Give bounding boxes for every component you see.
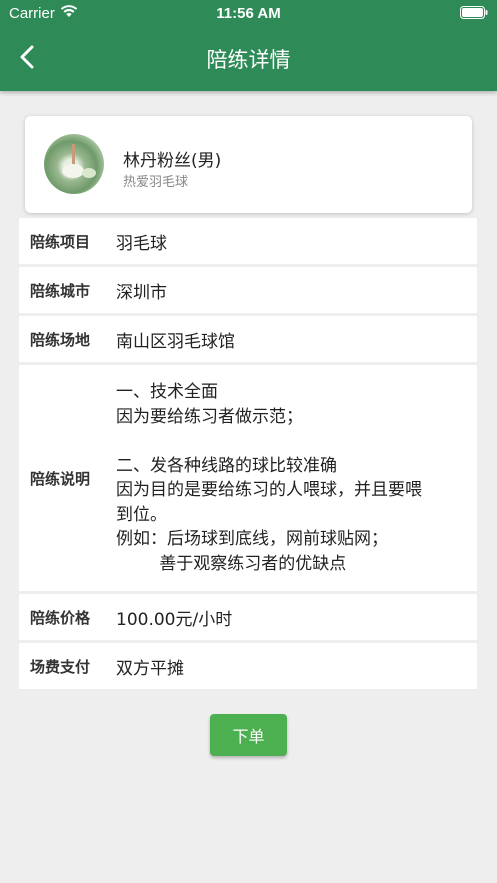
detail-row-description: 陪练说明 一、技术全面 因为要给练习者做示范； 二、发各种线路的球比较准确 因为…	[19, 365, 477, 591]
description-text: 一、技术全面 因为要给练习者做示范； 二、发各种线路的球比较准确 因为目的是要给…	[116, 380, 468, 576]
detail-value: 羽毛球	[116, 233, 167, 254]
nav-header: Carrier 11:56 AM 陪练详情	[0, 0, 497, 91]
detail-label: 陪练说明	[30, 469, 91, 488]
description-line: 例如：后场球到底线，网前球贴网；	[116, 529, 388, 549]
detail-row-venue: 陪练场地 南山区羽毛球馆	[19, 316, 477, 362]
detail-value: 深圳市	[116, 282, 167, 303]
detail-label: 陪练项目	[30, 232, 91, 251]
detail-label: 陪练场地	[30, 330, 91, 349]
detail-label: 陪练价格	[30, 608, 91, 627]
status-bar: Carrier 11:56 AM	[0, 0, 497, 26]
profile-subtitle: 热爱羽毛球	[123, 175, 189, 190]
status-time: 11:56 AM	[216, 5, 281, 22]
detail-value: 双方平摊	[116, 658, 184, 679]
description-line: 因为目的是要给练习的人喂球，并且要喂	[116, 480, 422, 500]
description-line: 善于观察练习者的优缺点	[116, 553, 347, 574]
profile-name: 林丹粉丝(男)	[123, 151, 222, 171]
detail-value: 南山区羽毛球馆	[116, 331, 235, 352]
avatar	[44, 134, 104, 194]
description-line: 到位。	[116, 504, 167, 525]
details-list: 陪练项目 羽毛球 陪练城市 深圳市 陪练场地 南山区羽毛球馆 陪练说明 一、技术…	[19, 218, 477, 692]
detail-label: 场费支付	[30, 657, 91, 676]
detail-row-city: 陪练城市 深圳市	[19, 267, 477, 313]
detail-row-fee: 场费支付 双方平摊	[19, 643, 477, 689]
description-line	[116, 429, 468, 454]
detail-row-price: 陪练价格 100.00元/小时	[19, 594, 477, 640]
order-button[interactable]: 下单	[210, 714, 287, 756]
description-line: 一、技术全面	[116, 382, 218, 402]
description-line: 因为要给练习者做示范；	[116, 406, 303, 427]
profile-card: 林丹粉丝(男) 热爱羽毛球	[25, 116, 472, 213]
page-title: 陪练详情	[206, 48, 291, 72]
detail-row-project: 陪练项目 羽毛球	[19, 218, 477, 264]
detail-value: 100.00元/小时	[116, 609, 233, 630]
description-line: 二、发各种线路的球比较准确	[116, 455, 337, 476]
battery-icon	[460, 6, 488, 23]
detail-label: 陪练城市	[30, 281, 91, 300]
